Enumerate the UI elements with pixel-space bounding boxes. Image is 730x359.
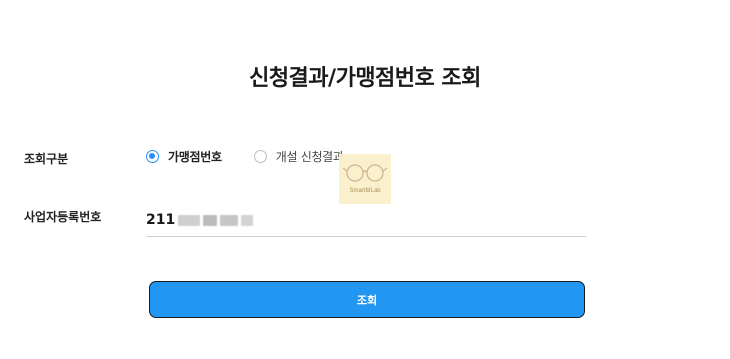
business-number-label: 사업자등록번호 (24, 210, 102, 224)
redacted-digits (178, 214, 201, 226)
radio-checked-icon[interactable] (146, 150, 159, 163)
radio-option-merchant-number[interactable]: 가맹점번호 (146, 148, 222, 165)
query-type-radio-group: 가맹점번호 개설 신청결과 (146, 148, 344, 165)
search-button[interactable]: 조회 (149, 281, 585, 318)
radio-unchecked-icon[interactable] (253, 150, 267, 163)
query-type-label: 조회구분 (24, 152, 69, 166)
radio-option-application-result[interactable]: 개설 신청결과 (253, 148, 344, 165)
radio-label-merchant-number: 가맹점번호 (168, 150, 222, 164)
redacted-digits (220, 214, 239, 226)
page-title: 신청결과/가맹점번호 조회 (249, 66, 481, 91)
business-number-input[interactable]: 211 (146, 204, 586, 237)
glasses-icon (343, 164, 387, 182)
radio-label-application-result: 개설 신청결과 (275, 150, 344, 164)
redacted-digits (203, 214, 218, 226)
redacted-digits (241, 214, 254, 226)
watermark-text: SmartMLab (349, 188, 381, 194)
watermark-logo: SmartMLab (339, 154, 391, 204)
business-number-value: 211 (146, 212, 176, 228)
